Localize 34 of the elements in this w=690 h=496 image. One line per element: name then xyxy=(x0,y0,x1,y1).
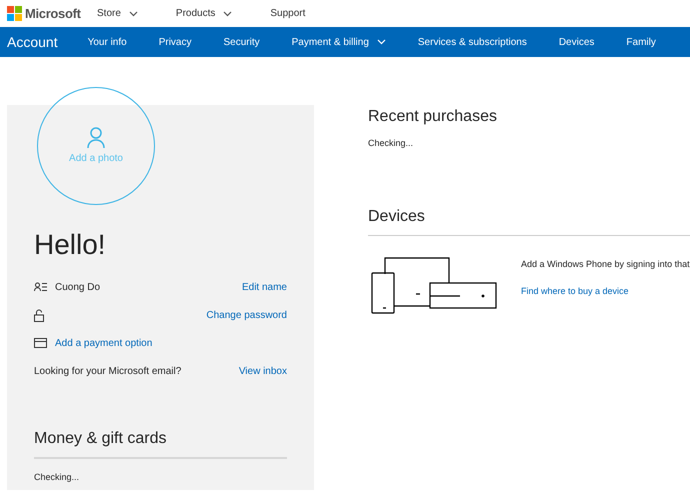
nav-tab[interactable]: Family xyxy=(626,34,656,50)
section-heading: Money & gift cards xyxy=(34,429,168,449)
nav-tab[interactable]: Your info xyxy=(88,34,127,50)
devices-text: Add a Windows Phone by signing into that xyxy=(521,258,690,271)
section-heading: Devices xyxy=(368,206,426,226)
email-prompt: Looking for your Microsoft email? xyxy=(34,364,182,378)
section-heading: Recent purchases xyxy=(368,107,498,127)
brand-name: Microsoft xyxy=(25,4,81,23)
person-icon xyxy=(87,126,105,148)
action-link[interactable]: Edit name xyxy=(242,280,287,294)
action-link[interactable]: Change password xyxy=(206,308,287,322)
status-text: Checking... xyxy=(368,137,414,150)
nav-tab[interactable]: Devices xyxy=(558,34,594,50)
nav-link[interactable]: Support xyxy=(270,6,306,21)
payment-link[interactable]: Add a payment option xyxy=(55,336,152,350)
logo-icon[interactable] xyxy=(7,6,22,21)
nav-tab[interactable]: Privacy xyxy=(158,34,192,50)
nav-tab[interactable]: Services & subscriptions xyxy=(418,34,527,50)
greeting: Hello! xyxy=(34,231,107,259)
nav-tab[interactable]: Security xyxy=(224,34,260,50)
account-title[interactable]: Account xyxy=(7,32,58,52)
contact-card-icon xyxy=(34,282,48,292)
status-text: Checking... xyxy=(34,471,80,484)
caret-icon xyxy=(376,39,386,45)
nav-tab[interactable]: Payment & billing xyxy=(292,34,386,50)
nav-link[interactable]: Store xyxy=(97,6,138,21)
caret-icon xyxy=(223,10,232,16)
card-icon xyxy=(34,338,47,348)
lock-icon xyxy=(34,308,44,322)
nav-link[interactable]: Products xyxy=(176,6,232,21)
action-link[interactable]: View inbox xyxy=(238,364,287,378)
caret-icon xyxy=(128,10,138,16)
user-name: Cuong Do xyxy=(55,280,100,294)
buy-device-link[interactable]: Find where to buy a device xyxy=(521,285,690,298)
